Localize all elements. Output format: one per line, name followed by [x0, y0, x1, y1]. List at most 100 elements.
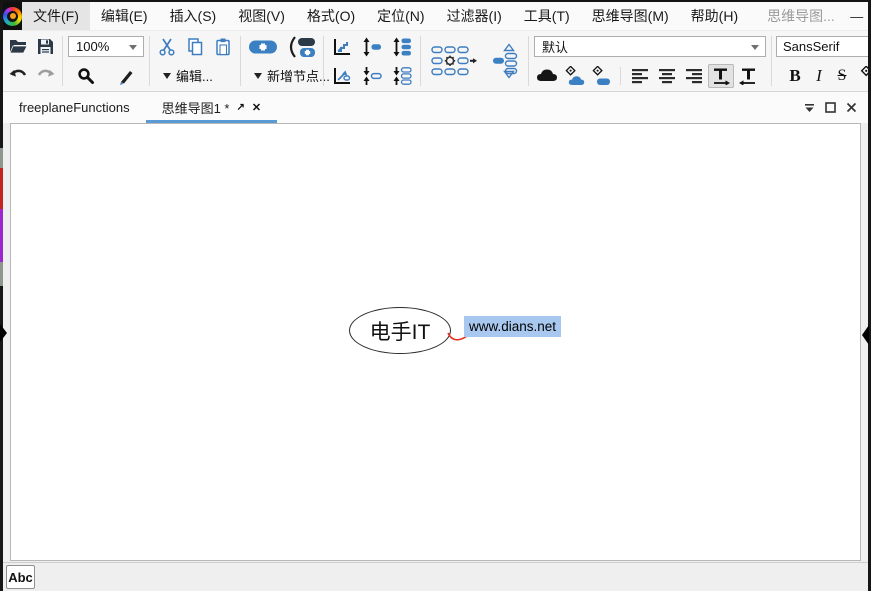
open-file-button[interactable]	[6, 35, 32, 59]
add-child-node-icon	[248, 38, 278, 56]
font-family-value: SansSerif	[783, 39, 839, 54]
window-frame-left	[0, 0, 3, 591]
increase-list-spacing-icon	[392, 37, 412, 57]
search-button[interactable]	[73, 64, 99, 88]
chevron-down-icon	[751, 45, 759, 50]
menu-insert[interactable]: 插入(S)	[159, 2, 228, 30]
menu-filter[interactable]: 过滤器(I)	[436, 2, 513, 30]
menu-file[interactable]: 文件(F)	[22, 2, 90, 30]
map-canvas[interactable]: 电手IT www.dians.net	[10, 123, 861, 561]
toolbar-separator	[620, 67, 621, 85]
menu-navigate[interactable]: 定位(N)	[366, 2, 435, 30]
redo-arrow-icon	[36, 68, 55, 83]
menu-view[interactable]: 视图(V)	[227, 2, 296, 30]
menu-mindmap[interactable]: 思维导图(M)	[581, 2, 680, 30]
app-logo-box	[3, 2, 22, 30]
spellcheck-button[interactable]: Abc	[6, 565, 35, 589]
paste-icon	[214, 37, 232, 56]
increase-vertical-distance-button[interactable]	[359, 35, 385, 59]
node-color-button[interactable]	[857, 64, 868, 88]
dropdown-arrow-icon	[254, 73, 262, 79]
map-tab-bar: freeplaneFunctions 思维导图1 * ↗ ✕	[3, 92, 868, 123]
decrease-group-spacing-button[interactable]	[389, 64, 415, 88]
toolbar-separator	[323, 36, 324, 86]
main-toolbar: 100%	[3, 30, 868, 92]
italic-button[interactable]: I	[811, 64, 827, 88]
copy-format-cloud-button[interactable]	[561, 64, 587, 88]
add-child-node-button[interactable]	[245, 35, 281, 59]
add-node-dropdown[interactable]: 新增节点...	[244, 66, 330, 85]
format-pen-button[interactable]	[113, 64, 139, 88]
close-tab-icon[interactable]: ✕	[252, 101, 261, 114]
align-center-button[interactable]	[654, 64, 680, 88]
align-left-button[interactable]	[627, 64, 653, 88]
bold-button[interactable]: B	[785, 64, 805, 88]
collapse-panel-icon[interactable]	[803, 101, 816, 114]
undo-button[interactable]	[6, 64, 32, 88]
window-frame-top	[0, 0, 871, 2]
search-icon	[77, 67, 95, 85]
copy-format-node-button[interactable]	[588, 64, 614, 88]
tab-mindmap1[interactable]: 思维导图1 * ↗ ✕	[146, 92, 278, 123]
manage-layout-button[interactable]	[428, 49, 480, 73]
unfold-all-icon	[332, 37, 352, 57]
add-sibling-node-button[interactable]	[283, 35, 319, 59]
frame-color-segment	[0, 168, 3, 209]
decrease-vertical-distance-button[interactable]	[359, 64, 385, 88]
strikethrough-button[interactable]: S	[833, 64, 851, 88]
tab-panel-controls	[803, 92, 868, 123]
copy-button[interactable]	[182, 35, 208, 59]
diamond-node-icon	[590, 66, 612, 86]
font-family-field[interactable]: SansSerif	[776, 36, 868, 57]
increase-group-spacing-button[interactable]	[389, 35, 415, 59]
sort-nodes-button[interactable]	[489, 49, 521, 73]
fold-all-icon	[332, 66, 352, 86]
cloud-icon	[536, 68, 558, 83]
text-direction-ltr-button[interactable]	[708, 64, 734, 88]
align-left-icon	[630, 68, 650, 84]
copy-icon	[186, 37, 204, 56]
strikethrough-label: S	[838, 67, 847, 85]
paste-button[interactable]	[210, 35, 236, 59]
unfold-all-button[interactable]	[329, 35, 355, 59]
root-node[interactable]: 电手IT	[349, 307, 451, 354]
zoom-combobox[interactable]: 100%	[68, 36, 144, 57]
freeplane-logo-icon	[3, 7, 22, 26]
minimize-button[interactable]: —	[835, 9, 871, 24]
pen-icon	[117, 67, 135, 85]
save-button[interactable]	[33, 35, 59, 59]
selected-child-node[interactable]: www.dians.net	[464, 316, 561, 337]
save-icon	[37, 38, 54, 55]
tab-label: freeplaneFunctions	[19, 100, 130, 115]
close-panel-icon[interactable]	[845, 101, 858, 114]
style-combobox[interactable]: 默认	[534, 36, 766, 57]
menu-format[interactable]: 格式(O)	[296, 2, 366, 30]
menu-help[interactable]: 帮助(H)	[680, 2, 749, 30]
decrease-list-spacing-icon	[392, 66, 412, 86]
node-grid-gear-icon	[431, 45, 477, 77]
node-sort-icon	[492, 43, 518, 79]
tab-label: 思维导图1 *	[162, 98, 230, 117]
align-right-button[interactable]	[681, 64, 707, 88]
toolbar-separator	[528, 36, 529, 86]
text-direction-rtl-button[interactable]	[735, 64, 761, 88]
cloud-button[interactable]	[534, 64, 560, 88]
spellcheck-label: Abc	[8, 570, 33, 585]
scissors-icon	[158, 37, 176, 56]
edit-dropdown[interactable]: 编辑...	[153, 66, 213, 85]
redo-button[interactable]	[33, 64, 59, 88]
cut-button[interactable]	[154, 35, 180, 59]
bold-label: B	[789, 66, 800, 86]
tab-freeplane-functions[interactable]: freeplaneFunctions	[3, 92, 146, 123]
align-right-icon	[684, 68, 704, 84]
detach-map-icon[interactable]: ↗	[236, 102, 244, 113]
menu-edit[interactable]: 编辑(E)	[90, 2, 159, 30]
frame-color-segment	[0, 209, 3, 262]
map-scroll-left-arrow-icon[interactable]	[0, 324, 7, 342]
undo-arrow-icon	[9, 68, 28, 83]
add-node-dropdown-label: 新增节点...	[267, 66, 330, 85]
menu-tools[interactable]: 工具(T)	[513, 2, 581, 30]
fold-all-button[interactable]	[329, 64, 355, 88]
map-scroll-right-arrow-icon[interactable]	[862, 325, 869, 345]
maximize-panel-icon[interactable]	[824, 101, 837, 114]
